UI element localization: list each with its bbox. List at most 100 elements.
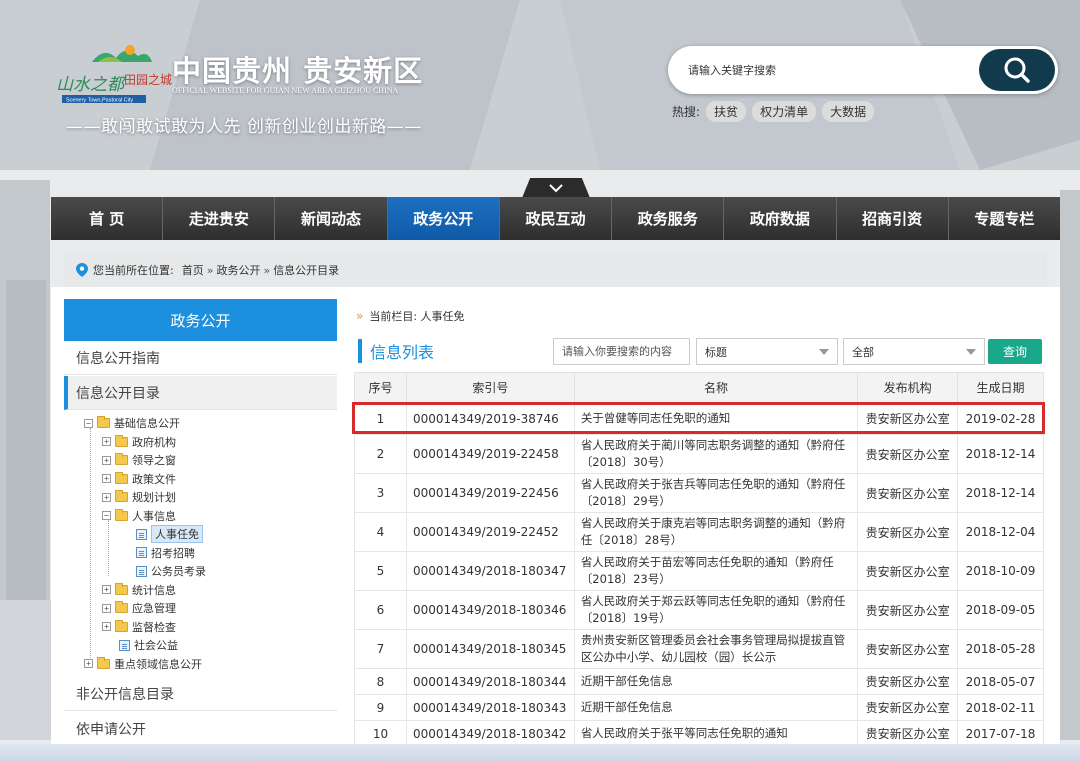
table-row[interactable]: 8 000014349/2018-180344 近期干部任免信息 贵安新区办公室… — [354, 668, 1044, 695]
expand-toggle[interactable]: + — [84, 659, 93, 668]
table-row[interactable]: 9 000014349/2018-180343 近期干部任免信息 贵安新区办公室… — [354, 694, 1044, 721]
expand-toggle[interactable]: + — [102, 603, 111, 613]
table-row[interactable]: 5 000014349/2018-180347 省人民政府关于苗宏等同志任免职的… — [354, 551, 1044, 591]
sidebar-item-guide[interactable]: 信息公开指南 — [64, 341, 337, 375]
column-header-name[interactable]: 名称 — [573, 372, 859, 403]
row-index: 4 — [354, 512, 407, 552]
tree-node-government-agencies[interactable]: + 政府机构 — [102, 433, 176, 451]
row-publisher: 贵安新区办公室 — [857, 434, 959, 474]
hot-tag-big-data[interactable]: 大数据 — [822, 101, 875, 122]
query-button[interactable]: 查询 — [988, 339, 1042, 364]
document-icon — [136, 547, 147, 558]
nav-government-data[interactable]: 政府数据 — [724, 197, 837, 240]
dropdown-caret-icon — [819, 349, 829, 355]
current-column: » 当前栏目: 人事任免 — [356, 308, 465, 324]
collapse-toggle[interactable]: − — [102, 511, 111, 520]
document-icon — [119, 639, 130, 651]
breadcrumb-home[interactable]: 首页 — [182, 262, 204, 278]
tree-node-plans[interactable]: + 规划计划 — [102, 488, 176, 506]
row-publisher: 贵安新区办公室 — [857, 590, 959, 630]
row-title-link[interactable]: 省人民政府关于郑云跃等同志任免职的通知（黔府任〔2018〕19号） — [573, 590, 859, 630]
sidebar-item-catalog[interactable]: 信息公开目录 — [64, 376, 337, 410]
breadcrumb-separator: » — [206, 263, 214, 277]
row-title-link[interactable]: 近期干部任免信息 — [573, 694, 859, 721]
row-index-number: 000014349/2018-180344 — [405, 668, 575, 695]
table-row[interactable]: 7 000014349/2018-180345 贵州贵安新区管理委员会社会事务管… — [354, 629, 1044, 669]
column-header-publisher[interactable]: 发布机构 — [857, 372, 959, 403]
tree-node-personnel[interactable]: − 人事信息 — [102, 507, 176, 525]
expand-toggle[interactable]: + — [102, 492, 111, 502]
expand-toggle[interactable]: + — [102, 455, 111, 465]
field-select-value: 标题 — [705, 345, 727, 359]
tree-node-public-welfare[interactable]: 社会公益 — [119, 636, 178, 654]
row-title-link[interactable]: 省人民政府关于苗宏等同志任免职的通知（黔府任〔2018〕23号） — [573, 551, 859, 591]
nav-government-affairs[interactable]: 政务公开 — [387, 197, 500, 240]
list-search-input[interactable] — [553, 338, 690, 365]
hot-tag-poverty[interactable]: 扶贫 — [706, 101, 747, 122]
table-header-row: 序号 索引号 名称 发布机构 生成日期 — [354, 372, 1044, 403]
svg-text:田园之城: 田园之城 — [124, 73, 172, 87]
row-index-number: 000014349/2018-180343 — [405, 694, 575, 721]
row-title-link[interactable]: 省人民政府关于张平等同志任免职的通知 — [573, 720, 859, 747]
collapse-toggle[interactable]: − — [84, 418, 93, 428]
row-title-link[interactable]: 省人民政府关于康克岩等同志职务调整的通知（黔府任〔2018〕28号） — [573, 512, 859, 552]
scope-select[interactable]: 全部 — [843, 338, 985, 365]
nav-services[interactable]: 政务服务 — [612, 197, 725, 240]
tree-node-recruitment[interactable]: 招考招聘 — [136, 544, 195, 562]
site-search-input[interactable] — [688, 60, 968, 80]
table-row[interactable]: 1 000014349/2019-38746 关于曾健等同志任免职的通知 贵安新… — [354, 402, 1044, 435]
row-publisher: 贵安新区办公室 — [857, 473, 959, 513]
breadcrumb-catalog[interactable]: 信息公开目录 — [273, 262, 339, 278]
sidebar-item-on-request[interactable]: 依申请公开 — [64, 712, 337, 746]
folder-icon — [115, 434, 128, 447]
document-icon — [136, 528, 147, 540]
search-button[interactable] — [979, 49, 1055, 91]
row-date: 2018-12-14 — [957, 434, 1044, 474]
row-publisher: 贵安新区办公室 — [857, 551, 959, 591]
folder-icon — [97, 416, 110, 428]
row-index: 5 — [354, 551, 407, 591]
field-select[interactable]: 标题 — [696, 338, 838, 365]
tree-node-label: 监督检查 — [132, 620, 176, 634]
tree-node-label: 规划计划 — [132, 491, 176, 504]
table-row[interactable]: 10 000014349/2018-180342 省人民政府关于张平等同志任免职… — [354, 720, 1044, 747]
row-title-link[interactable]: 省人民政府关于蔺川等同志职务调整的通知（黔府任〔2018〕30号） — [573, 434, 859, 474]
row-title-link[interactable]: 省人民政府关于张吉兵等同志任免职的通知（黔府任〔2018〕29号） — [573, 473, 859, 513]
nav-news[interactable]: 新闻动态 — [275, 197, 388, 240]
column-header-index-number[interactable]: 索引号 — [405, 372, 575, 403]
column-header-date[interactable]: 生成日期 — [957, 372, 1044, 403]
table-row[interactable]: 4 000014349/2019-22452 省人民政府关于康克岩等同志职务调整… — [354, 512, 1044, 552]
tree-node-basic-info[interactable]: − 基础信息公开 — [84, 414, 180, 432]
nav-home[interactable]: 首 页 — [51, 197, 164, 240]
column-header-index[interactable]: 序号 — [354, 372, 407, 403]
row-index-number: 000014349/2019-38746 — [405, 402, 575, 435]
expand-toggle[interactable]: + — [102, 474, 111, 483]
table-row[interactable]: 2 000014349/2019-22458 省人民政府关于蔺川等同志职务调整的… — [354, 434, 1044, 474]
row-title-link[interactable]: 关于曾健等同志任免职的通知 — [573, 402, 859, 435]
table-row[interactable]: 6 000014349/2018-180346 省人民政府关于郑云跃等同志任免职… — [354, 590, 1044, 630]
tree-node-supervision[interactable]: + 监督检查 — [102, 618, 176, 636]
nav-about-guian[interactable]: 走进贵安 — [163, 197, 276, 240]
tree-node-policy-documents[interactable]: + 政策文件 — [102, 470, 176, 488]
expand-toggle[interactable]: + — [102, 437, 111, 446]
hot-tag-power-list[interactable]: 权力清单 — [752, 101, 817, 122]
tree-node-appointments[interactable]: 人事任免 — [136, 525, 203, 543]
tree-node-emergency[interactable]: + 应急管理 — [102, 599, 176, 617]
row-title-link[interactable]: 贵州贵安新区管理委员会社会事务管理局拟提拔直管区公办中小学、幼儿园校（园）长公示 — [573, 629, 859, 669]
table-row[interactable]: 3 000014349/2019-22456 省人民政府关于张吉兵等同志任免职的… — [354, 473, 1044, 513]
tree-node-key-areas[interactable]: + 重点领域信息公开 — [84, 655, 202, 673]
city-logo[interactable]: 山水之都 田园之城 Scenery Town,Pastoral City — [52, 38, 172, 110]
nav-interaction[interactable]: 政民互动 — [499, 197, 613, 240]
row-date: 2018-12-04 — [957, 512, 1044, 552]
nav-investment[interactable]: 招商引资 — [836, 197, 949, 240]
row-title-link[interactable]: 近期干部任免信息 — [573, 668, 859, 695]
tree-node-civil-service-exam[interactable]: 公务员考录 — [136, 562, 206, 580]
expand-toggle[interactable]: + — [102, 585, 111, 594]
nav-special-topics[interactable]: 专题专栏 — [948, 197, 1060, 240]
nav-collapse-toggle[interactable] — [522, 178, 590, 198]
sidebar-item-non-public[interactable]: 非公开信息目录 — [64, 677, 337, 711]
expand-toggle[interactable]: + — [102, 622, 111, 631]
tree-node-leadership[interactable]: + 领导之窗 — [102, 451, 176, 469]
breadcrumb-government-affairs[interactable]: 政务公开 — [216, 262, 260, 278]
tree-node-statistics[interactable]: + 统计信息 — [102, 581, 176, 599]
